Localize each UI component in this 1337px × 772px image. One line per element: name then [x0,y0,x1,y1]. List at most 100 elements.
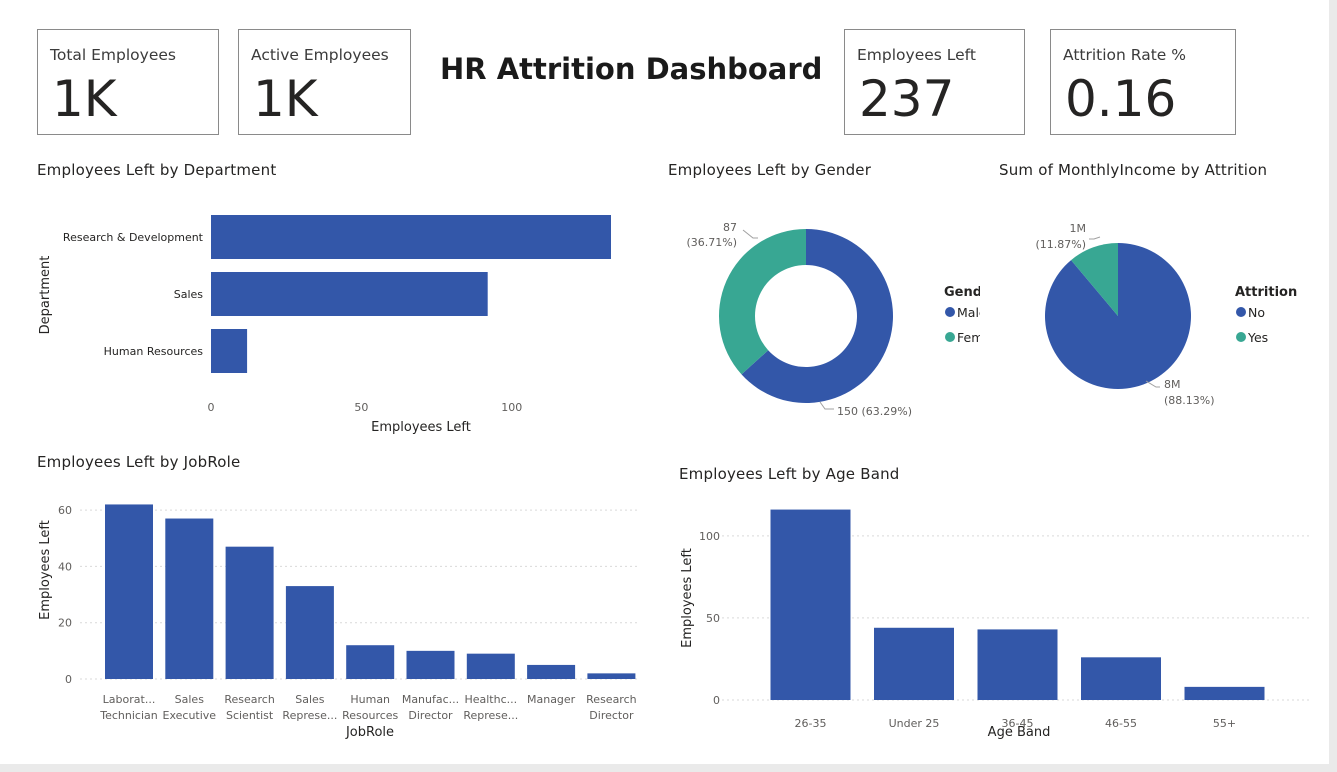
x-tick-label: Director [408,709,453,722]
legend-item: Yes [1247,330,1268,345]
kpi-value: 1K [253,70,318,128]
bar[interactable] [770,509,851,700]
bar[interactable] [211,215,611,259]
y-tick-label: 50 [706,612,720,625]
chart-title-department: Employees Left by Department [37,161,277,179]
x-tick-label: Manufac... [402,693,459,706]
kpi-card-total-employees[interactable]: Total Employees 1K [37,29,219,135]
bar[interactable] [587,673,636,679]
category-label: Sales [174,288,204,301]
data-label-female: 87 [723,221,737,234]
x-tick-label: Director [589,709,634,722]
data-label-no: 8M [1164,378,1181,391]
x-tick-label: 55+ [1213,717,1236,730]
category-label: Research & Development [63,231,204,244]
chart-title-jobrole: Employees Left by JobRole [37,453,241,471]
x-tick-label: Represe... [282,709,337,722]
x-tick-label: Resources [342,709,398,722]
x-tick-label: 0 [208,401,215,414]
legend-marker [1236,307,1246,317]
dashboard-title: HR Attrition Dashboard [440,52,823,86]
bar[interactable] [346,645,395,679]
data-label-leader [819,401,834,410]
bar[interactable] [105,504,153,679]
chart-title-gender: Employees Left by Gender [668,161,872,179]
bar[interactable] [165,518,214,679]
bar[interactable] [225,546,274,679]
data-label-male: 150 (63.29%) [837,405,912,418]
gender-donut-chart[interactable]: Gender Male Femal 150 (63.29%) 87 (36.71%) [660,195,980,425]
ageband-bar-chart[interactable]: 05010026-35 Under 25 36-45 46-55 55+Age Band… [670,490,1320,750]
x-tick-label: Healthc... [464,693,517,706]
legend-item: Femal [957,330,980,345]
bar[interactable] [527,664,576,679]
department-bar-chart[interactable]: Research & Development Sales Human Resourc… [30,195,630,440]
kpi-label: Active Employees [251,46,389,64]
bar[interactable] [406,650,455,679]
x-tick-label: Sales [175,693,205,706]
bar[interactable] [211,329,248,373]
x-tick-label: Sales [295,693,325,706]
kpi-card-attrition-rate[interactable]: Attrition Rate % 0.16 [1050,29,1236,135]
bar[interactable] [211,272,488,316]
x-tick-label: 50 [354,401,368,414]
legend-item: No [1248,305,1265,320]
y-axis-label: Employees Left [38,520,53,620]
x-tick-label: Research [586,693,636,706]
y-tick-label: 40 [58,560,72,573]
y-axis-label: Employees Left [680,548,695,648]
legend-marker [945,307,955,317]
x-tick-label: 46-55 [1105,717,1137,730]
legend-item: Male [957,305,980,320]
y-tick-label: 100 [699,530,720,543]
dashboard-canvas: Total Employees 1K Active Employees 1K H… [0,0,1329,764]
bar[interactable] [466,653,515,679]
bar[interactable] [1081,657,1161,700]
legend-title: Gender [944,285,980,300]
y-tick-label: 0 [65,673,72,686]
bar[interactable] [285,586,334,679]
x-tick-label: Executive [163,709,217,722]
data-label-yes: 1M [1070,222,1087,235]
attrition-pie-chart[interactable]: Attrition No Yes 8M (88.13%) 1M (11.87%) [990,195,1320,425]
kpi-value: 237 [859,70,955,128]
kpi-label: Total Employees [50,46,176,64]
kpi-value: 0.16 [1065,70,1177,128]
y-tick-label: 0 [713,694,720,707]
legend-title: Attrition [1235,285,1297,300]
x-tick-label: Human [350,693,390,706]
data-label-leader [1089,236,1101,240]
x-axis-label: JobRole [345,725,394,740]
data-label-yes-pct: (11.87%) [1035,238,1086,251]
legend-marker [1236,332,1246,342]
kpi-label: Attrition Rate % [1063,46,1186,64]
jobrole-bar-chart[interactable]: 0 20 40 60 Laborat... Technician Sales Executiv… [30,490,650,750]
chart-title-age-band: Employees Left by Age Band [679,465,900,483]
x-tick-label: Represe... [463,709,518,722]
kpi-card-active-employees[interactable]: Active Employees 1K [238,29,411,135]
data-label-female-pct: (36.71%) [686,236,737,249]
kpi-value: 1K [52,70,117,128]
y-tick-label: 20 [58,617,72,630]
x-tick-label: Research [224,693,274,706]
x-tick-label: 100 [501,401,522,414]
x-tick-label: Laborat... [103,693,156,706]
data-label-leader [1145,380,1160,388]
category-label: Human Resources [104,345,204,358]
x-tick-label: Scientist [226,709,274,722]
bar[interactable] [874,627,954,700]
y-tick-label: 60 [58,504,72,517]
kpi-card-employees-left[interactable]: Employees Left 237 [844,29,1025,135]
kpi-label: Employees Left [857,46,976,64]
data-label-no-pct: (88.13%) [1164,394,1215,407]
y-axis-label: Department [38,256,53,335]
bar[interactable] [1184,686,1265,700]
x-tick-label: Under 25 [889,717,940,730]
x-tick-label: 26-35 [795,717,827,730]
bar[interactable] [977,629,1058,700]
pie-slice-femal[interactable] [719,229,806,375]
x-axis-label: Age Band [988,725,1051,740]
x-tick-label: Manager [527,693,576,706]
x-tick-label: Technician [99,709,158,722]
data-label-leader [742,229,758,239]
